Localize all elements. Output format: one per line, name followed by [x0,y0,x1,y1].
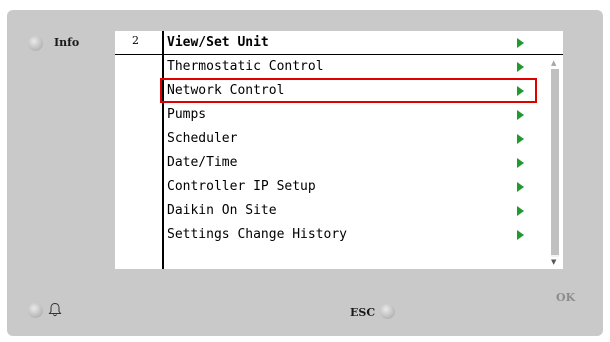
info-label: Info [54,36,80,49]
menu-item-settings-change-history[interactable]: Settings Change History [167,224,537,246]
esc-label: ESC [350,306,376,319]
scroll-up-icon[interactable]: ▲ [551,59,556,67]
menu-item-thermostatic-control[interactable]: Thermostatic Control [167,56,537,78]
green-arrow-right-icon[interactable] [517,62,524,72]
menu-item-pumps[interactable]: Pumps [167,104,537,126]
bell-icon[interactable] [48,302,62,318]
scroll-down-icon[interactable]: ▼ [551,258,556,266]
page-index: 2 [132,34,139,47]
menu-item-date-time[interactable]: Date/Time [167,152,537,174]
green-arrow-right-icon[interactable] [517,206,524,216]
green-arrow-right-icon[interactable] [517,110,524,120]
menu-item-scheduler[interactable]: Scheduler [167,128,537,150]
green-arrow-right-icon[interactable] [517,230,524,240]
menu-scrollbar[interactable]: ▲ ▼ [546,55,563,269]
menu-screen: 2 View/Set Unit Thermostatic Control Net… [115,31,563,269]
menu-title: View/Set Unit [167,35,269,50]
ok-label[interactable]: OK [556,291,575,304]
header-divider [115,54,563,55]
menu-item-controller-ip-setup[interactable]: Controller IP Setup [167,176,537,198]
info-led-button[interactable] [28,36,43,51]
vertical-divider [162,31,164,269]
green-arrow-right-icon[interactable] [517,134,524,144]
green-arrow-right-icon[interactable] [517,182,524,192]
menu-item-daikin-on-site[interactable]: Daikin On Site [167,200,537,222]
esc-led-button[interactable] [380,304,395,319]
selection-highlight [160,78,537,103]
alarm-led-button[interactable] [28,303,43,318]
scroll-thumb[interactable] [551,69,559,255]
title-arrow-icon[interactable] [517,38,524,48]
green-arrow-right-icon[interactable] [517,158,524,168]
